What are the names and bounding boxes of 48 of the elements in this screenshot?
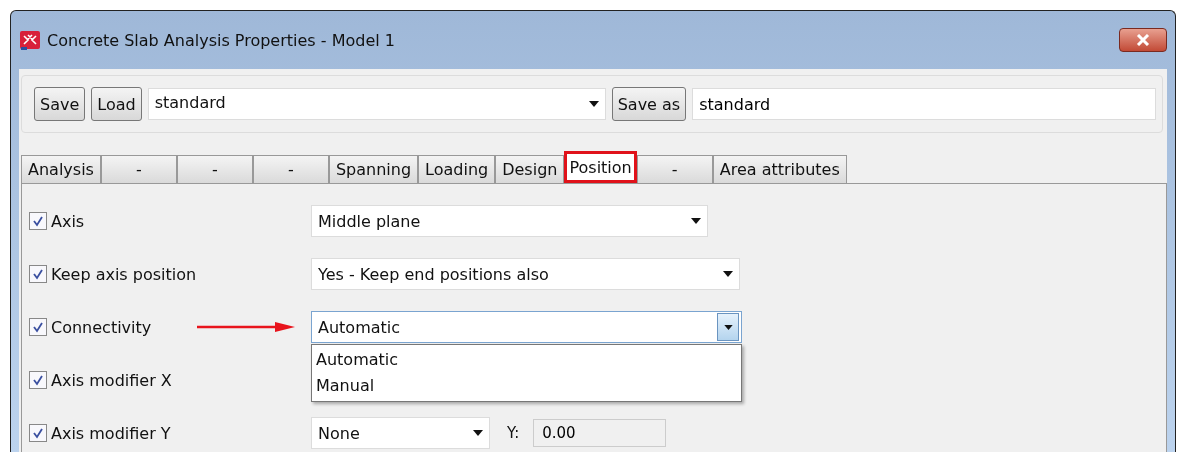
dropdown[interactable]: Yes - Keep end positions also <box>311 258 740 290</box>
tab[interactable]: - <box>636 155 713 183</box>
tab[interactable]: Design <box>495 155 565 183</box>
caret-icon <box>588 101 599 107</box>
tab[interactable]: Loading <box>418 155 496 183</box>
check-icon <box>32 215 44 227</box>
check-icon <box>32 268 44 280</box>
check-icon <box>32 427 44 439</box>
field-label: Y: <box>507 424 520 442</box>
check-icon <box>32 321 44 333</box>
checkbox[interactable] <box>29 371 47 389</box>
tab[interactable]: - <box>100 155 177 183</box>
check-icon <box>32 374 44 386</box>
save-as-button[interactable]: Save as <box>611 87 687 121</box>
close-button[interactable] <box>1119 28 1167 52</box>
value-input-field[interactable]: 0.00 <box>533 419 667 447</box>
tab[interactable]: - <box>176 155 253 183</box>
dropdown[interactable]: None <box>311 417 490 449</box>
checkbox[interactable] <box>29 265 47 283</box>
dropdown[interactable]: Automatic <box>311 311 742 343</box>
save-button[interactable]: Save <box>34 87 86 121</box>
dropdown-button[interactable] <box>717 313 739 341</box>
field-label: Keep axis position <box>51 264 197 284</box>
name-input-field[interactable]: standard <box>692 88 1156 120</box>
tab[interactable]: - <box>252 155 329 183</box>
field-label: Axis modifier Y <box>51 423 172 443</box>
caret-icon <box>691 218 701 224</box>
checkbox[interactable] <box>29 212 47 230</box>
dropdown-option[interactable]: Manual <box>316 373 737 399</box>
preset-dropdown[interactable]: standard <box>147 88 606 120</box>
field-label: Connectivity <box>51 317 153 337</box>
tab[interactable]: Spanning <box>328 155 419 183</box>
dropdown-option[interactable]: Automatic <box>316 347 737 373</box>
window-title: Concrete Slab Analysis Properties - Model 1 <box>47 30 395 50</box>
checkbox[interactable] <box>29 318 47 336</box>
caret-icon <box>723 324 733 330</box>
field-label: Axis modifier X <box>51 370 173 390</box>
app-logo-icon <box>19 29 41 51</box>
load-button[interactable]: Load <box>91 87 142 121</box>
tab[interactable]: Area attributes <box>712 155 847 183</box>
dropdown[interactable]: Middle plane <box>311 205 708 237</box>
close-icon <box>1135 34 1151 46</box>
caret-icon <box>473 430 483 436</box>
tab[interactable]: Position <box>564 151 637 183</box>
caret-icon <box>723 271 733 277</box>
tab[interactable]: Analysis <box>21 155 101 183</box>
checkbox[interactable] <box>29 424 47 442</box>
field-label: Axis <box>51 211 86 231</box>
